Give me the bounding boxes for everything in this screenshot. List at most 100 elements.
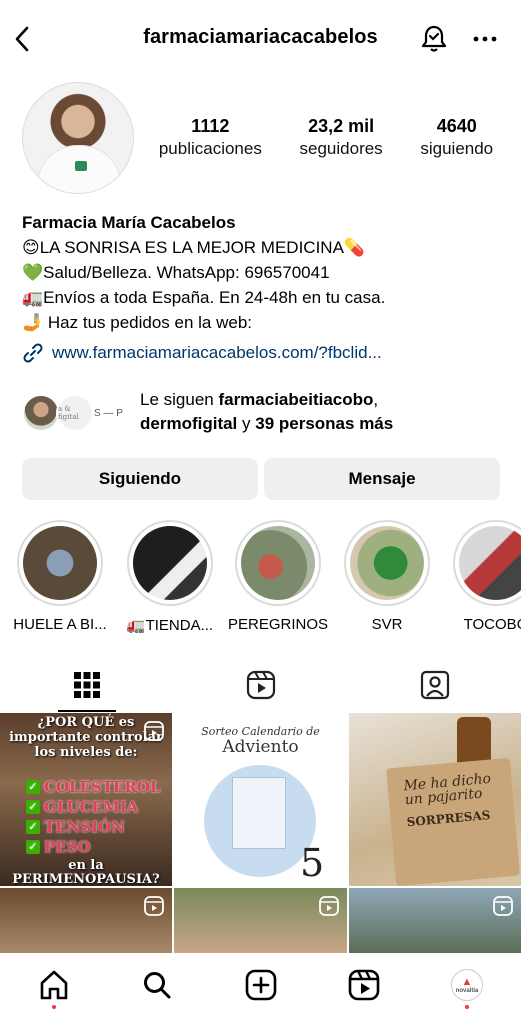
follower-avatar: S — P [94, 407, 123, 419]
nav-reels[interactable] [344, 965, 384, 1005]
followed-by-separator: , [373, 390, 379, 409]
more-horizontal-icon [473, 36, 497, 42]
stat-value: 4640 [436, 116, 477, 136]
nav-home[interactable] [34, 965, 74, 1005]
followed-by-user: dermofigital [140, 414, 238, 433]
post-thumbnail[interactable] [0, 888, 172, 953]
highlight-ring [344, 520, 430, 606]
followed-by[interactable]: a & figital S — P Le siguen farmaciabeit… [22, 388, 502, 436]
highlight-item[interactable]: HUELE A BI... [10, 520, 110, 633]
bio-line: 💚Salud/Belleza. WhatsApp: 696570041 [22, 263, 330, 282]
tab-reels[interactable] [174, 660, 347, 710]
stat-label: publicaciones [158, 139, 262, 158]
profile-display-name: Farmacia María Cacabelos [22, 213, 236, 232]
plus-square-icon [245, 969, 277, 1001]
post-product-box [232, 777, 286, 849]
stat-value: 23,2 mil [308, 116, 375, 136]
message-button[interactable]: Mensaje [264, 458, 500, 500]
profile-avatar[interactable] [22, 82, 134, 194]
highlight-label: PEREGRINOS [228, 616, 328, 633]
check-icon: ✓ [26, 820, 40, 834]
check-icon: ✓ [26, 800, 40, 814]
following-button[interactable]: Siguiendo [22, 458, 258, 500]
tab-tagged[interactable] [348, 660, 521, 710]
follower-avatar: a & figital [56, 394, 94, 432]
follower-avatar [22, 394, 60, 432]
tab-posts-grid[interactable] [0, 660, 173, 712]
post-title: ¿POR QUÉ es importante controlar los niv… [9, 715, 163, 760]
check-icon: ✓ [26, 780, 40, 794]
link-icon [23, 342, 43, 363]
checklist-item: ✓ PESO [26, 837, 166, 857]
checklist-text: TENSIÓN [44, 818, 125, 836]
highlight-cover [23, 526, 97, 600]
checklist-item: ✓ COLESTEROL [26, 777, 166, 797]
checklist-item: ✓ TENSIÓN [26, 817, 166, 837]
nav-create[interactable] [241, 965, 281, 1005]
post-card-title: Me ha dicho un pajarito [402, 770, 492, 809]
bell-check-icon [421, 25, 447, 52]
checklist-item: ✓ GLUCEMIA [26, 797, 166, 817]
reel-badge-icon [319, 896, 339, 916]
post-thumbnail[interactable] [349, 888, 521, 953]
notifications-button[interactable] [418, 22, 450, 56]
home-icon [40, 970, 68, 1000]
bio-link[interactable]: www.farmaciamariacacabelos.com/?fbclid..… [22, 340, 502, 365]
highlight-item[interactable]: 🚛TIENDA... [120, 520, 220, 634]
checklist-text: PESO [44, 838, 91, 856]
highlight-ring [453, 520, 521, 606]
notification-dot [52, 1005, 56, 1009]
nav-avatar-logo-icon: ▲ [461, 975, 473, 988]
nav-avatar-text: novaltia [455, 987, 479, 994]
reel-badge-icon [144, 896, 164, 916]
highlight-item[interactable]: TOCOBO [446, 520, 521, 633]
checklist-text: GLUCEMIA [44, 798, 139, 816]
reel-badge-icon [144, 721, 164, 741]
highlight-ring [17, 520, 103, 606]
notification-dot [465, 1005, 469, 1009]
bottom-nav: ▲ novaltia [0, 953, 521, 1024]
bio-line: 🚛Envíos a toda España. En 24-48h en tu c… [22, 288, 386, 307]
post-checklist: ✓ COLESTEROL ✓ GLUCEMIA ✓ TENSIÓN ✓ PESO [26, 777, 166, 857]
search-icon [144, 972, 171, 999]
highlight-item[interactable]: PEREGRINOS [228, 520, 328, 633]
bio-link-text: www.farmaciamariacacabelos.com/?fbclid..… [52, 343, 382, 362]
post-thumbnail[interactable]: Me ha dicho un pajarito SORPRESAS [349, 713, 521, 886]
stat-posts[interactable]: 1112 publicaciones [159, 114, 262, 160]
post-footer-text: en la PERIMENOPAUSIA? [12, 858, 160, 887]
highlight-cover [241, 526, 315, 600]
followed-by-user: farmaciabeitiacobo [218, 390, 374, 409]
profile-stats: 1112 publicaciones 23,2 mil seguidores 4… [140, 114, 512, 160]
bio-line: 😊LA SONRISA ES LA MEJOR MEDICINA💊 [22, 238, 366, 257]
followed-by-text: Le siguen farmaciabeitiacobo, dermofigit… [140, 388, 393, 436]
posts-grid: ¿POR QUÉ es importante controlar los niv… [0, 713, 521, 953]
story-highlights: HUELE A BI... 🚛TIENDA... PEREGRINOS SVR … [0, 520, 521, 640]
stat-label: seguidores [299, 139, 383, 158]
highlight-item[interactable]: SVR [337, 520, 437, 633]
post-thumbnail[interactable]: ¿POR QUÉ es importante controlar los niv… [0, 713, 172, 886]
highlight-ring [235, 520, 321, 606]
highlight-cover [350, 526, 424, 600]
highlight-cover [133, 526, 207, 600]
stat-followers[interactable]: 23,2 mil seguidores [300, 114, 383, 160]
followed-by-prefix: Le siguen [140, 390, 219, 409]
highlight-label: 🚛TIENDA... [126, 617, 214, 634]
post-thumbnail[interactable]: Sorteo Calendario de Adviento 5 [174, 713, 347, 886]
highlight-cover [459, 526, 521, 600]
check-icon: ✓ [26, 840, 40, 854]
post-thumbnail[interactable] [174, 888, 347, 953]
bio-line: 🤳 Haz tus pedidos en la web: [22, 313, 253, 332]
nav-search[interactable] [137, 965, 177, 1005]
more-options-button[interactable] [468, 24, 502, 54]
highlight-label: HUELE A BI... [13, 616, 107, 633]
nav-profile[interactable]: ▲ novaltia [447, 965, 487, 1005]
stat-value: 1112 [191, 116, 230, 136]
post-day-number: 5 [300, 841, 325, 885]
highlight-ring [127, 520, 213, 606]
stat-following[interactable]: 4640 siguiendo [420, 114, 493, 160]
reels-icon [348, 969, 380, 1001]
profile-avatar-small: ▲ novaltia [451, 969, 483, 1001]
reels-icon [246, 670, 275, 700]
highlight-label: SVR [371, 616, 403, 633]
post-card-text: Me ha dicho un pajarito SORPRESAS [402, 770, 507, 829]
